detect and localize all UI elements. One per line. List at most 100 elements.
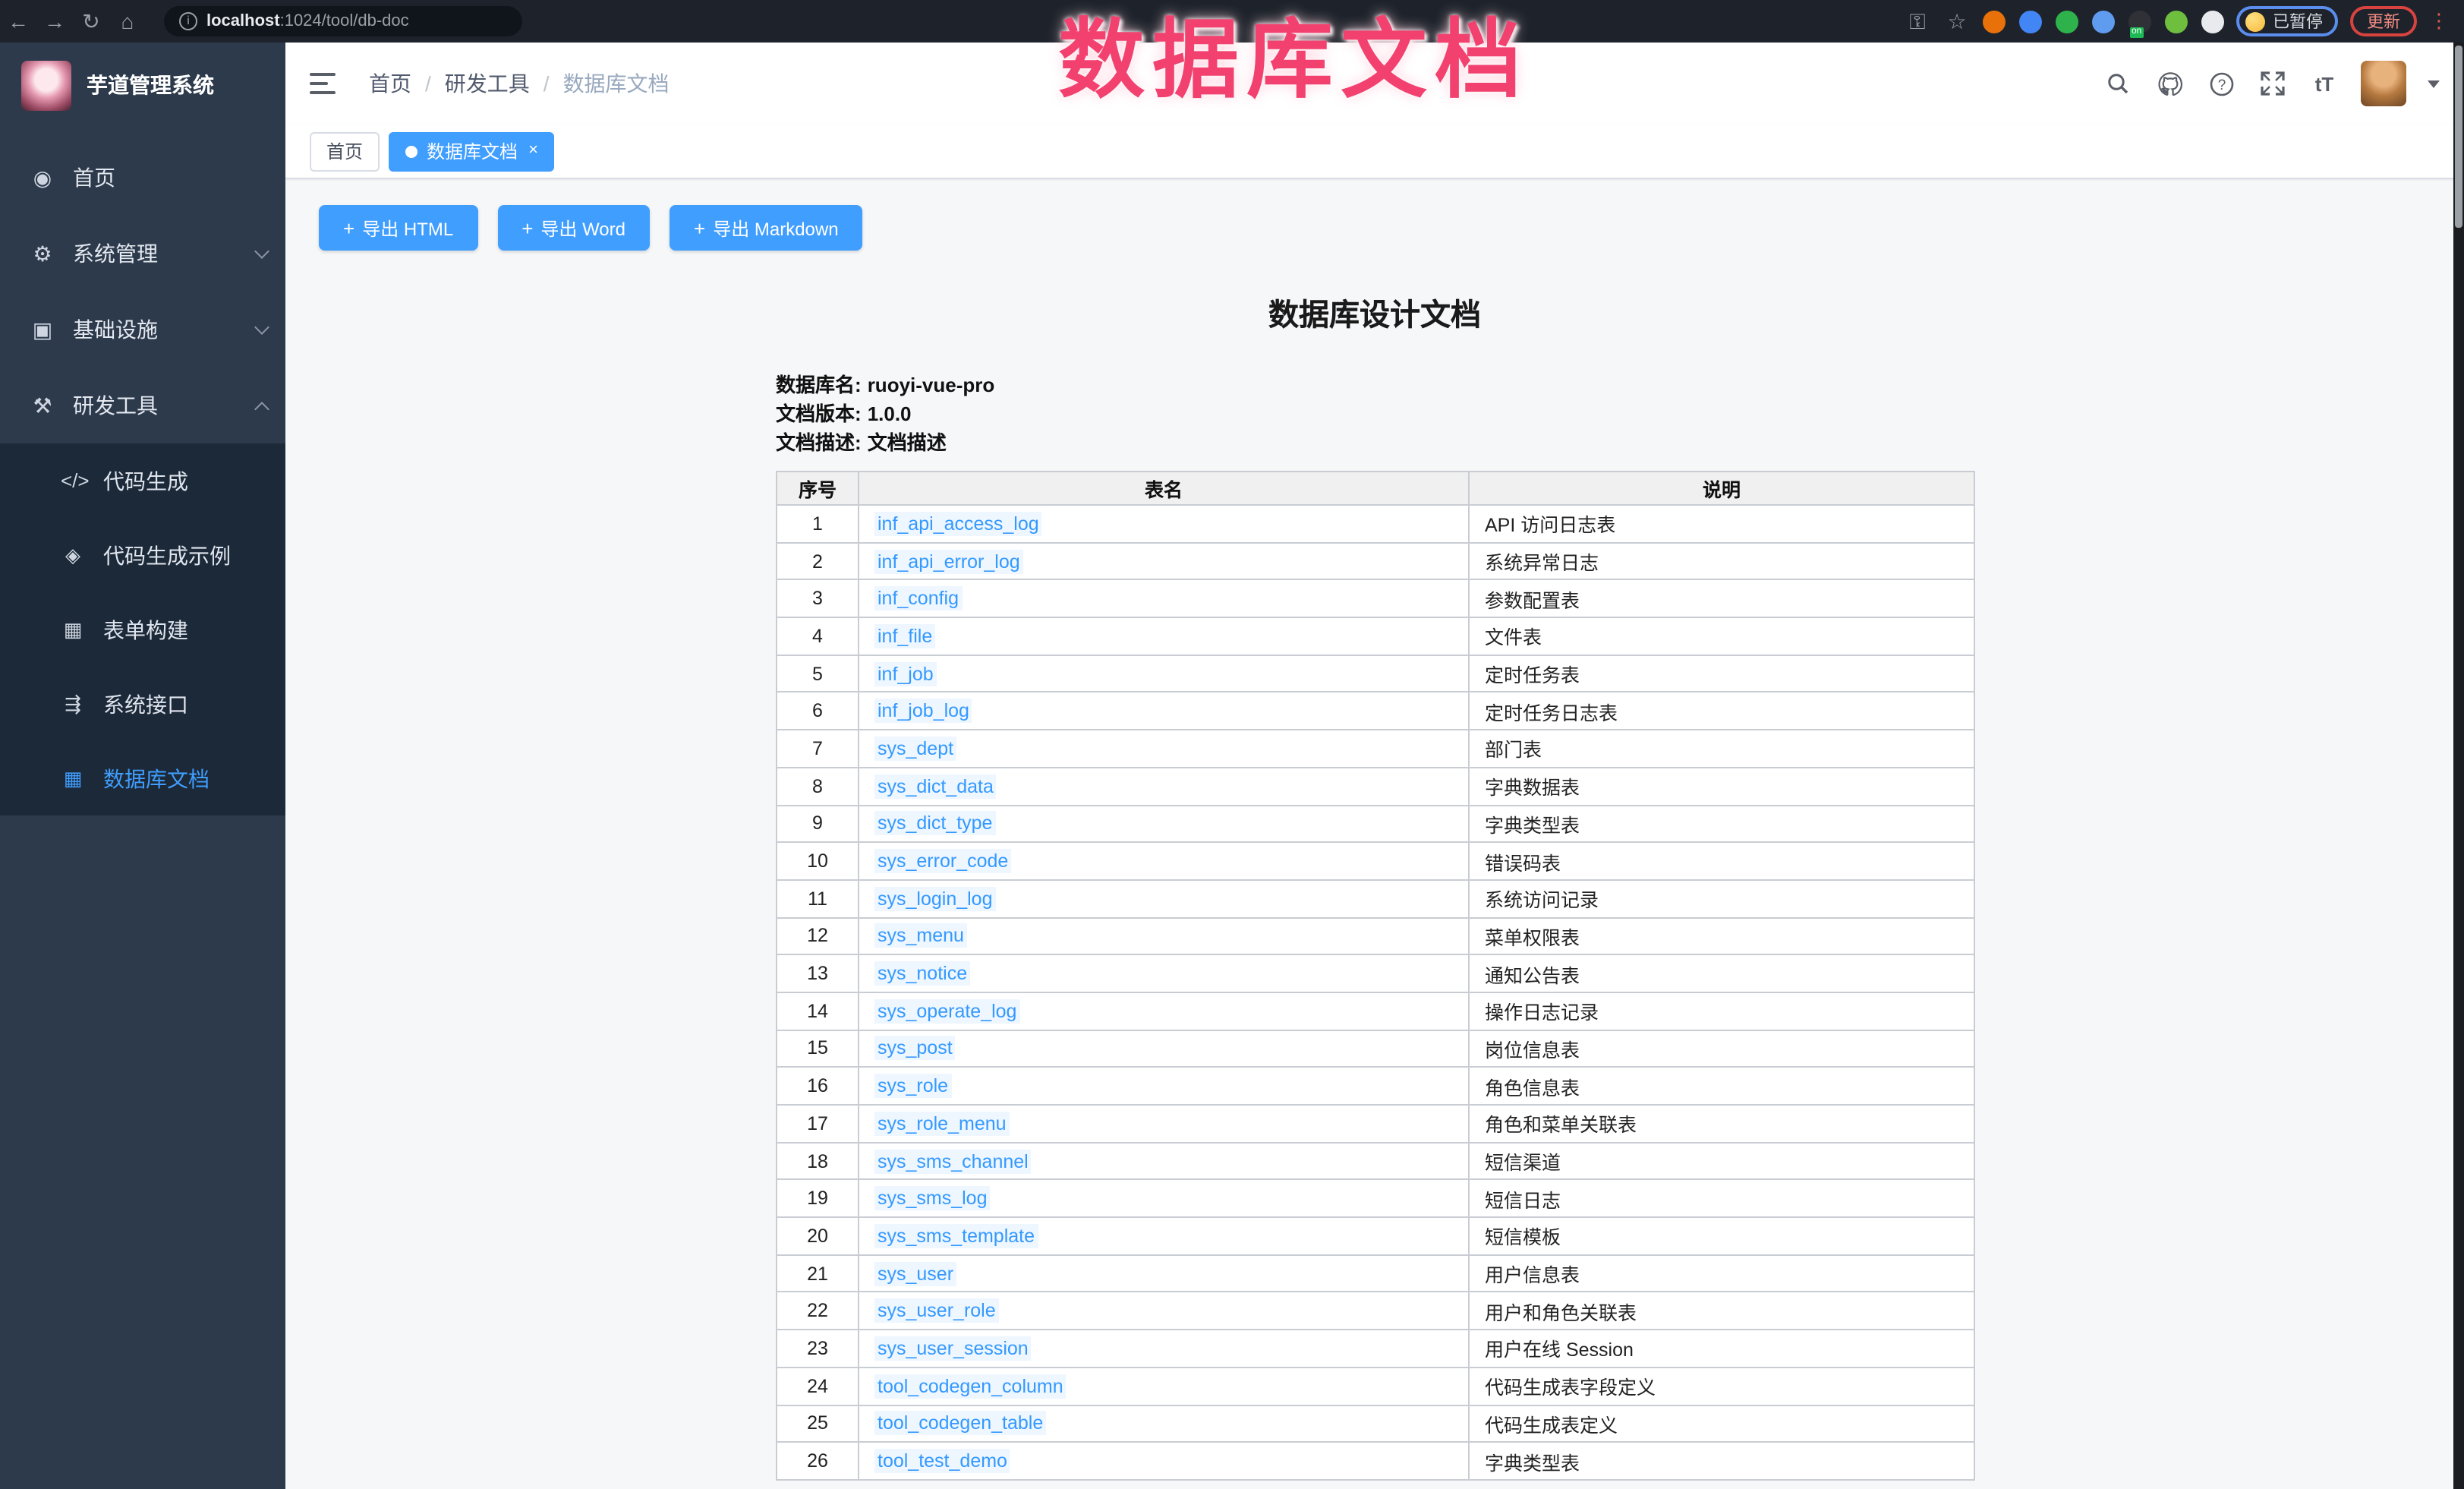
sidebar-subitem-系统接口[interactable]: ⇶系统接口 <box>0 667 285 741</box>
browser-menu-icon[interactable]: ⋮ <box>2429 0 2449 43</box>
tab-label: 首页 <box>326 138 363 164</box>
blue-pin-extension-icon[interactable] <box>2019 10 2042 33</box>
table-name-link[interactable]: inf_config <box>874 586 962 610</box>
url-path: :1024/tool/db-doc <box>280 12 409 30</box>
row-index-cell: 8 <box>777 768 859 805</box>
table-name-link[interactable]: sys_dict_data <box>874 774 997 798</box>
table-name-cell: sys_user_session <box>859 1330 1469 1367</box>
green-check-extension-icon[interactable] <box>2056 10 2078 33</box>
table-name-link[interactable]: inf_job_log <box>874 699 972 724</box>
monitor-icon: ▣ <box>30 317 55 342</box>
table-name-link[interactable]: inf_job <box>874 661 937 686</box>
table-name-link[interactable]: sys_user <box>874 1261 956 1286</box>
sidebar-subitem-表单构建[interactable]: ▦表单构建 <box>0 592 285 667</box>
chevron-down-icon[interactable] <box>2428 80 2440 87</box>
sidebar-subitem-代码生成[interactable]: </>代码生成 <box>0 443 285 518</box>
font-size-icon[interactable]: tT <box>2309 68 2340 99</box>
github-icon[interactable] <box>2154 68 2185 99</box>
home-icon[interactable]: ⌂ <box>109 0 146 43</box>
tab-数据库文档[interactable]: 数据库文档 × <box>389 131 555 171</box>
table-name-link[interactable]: inf_api_access_log <box>874 512 1042 536</box>
back-icon[interactable]: ← <box>0 0 36 43</box>
hamburger-icon[interactable] <box>310 73 336 94</box>
sidebar-item-label: 首页 <box>73 162 115 193</box>
browser-right-cluster: ⚿ ☆ on 已暂停 更新 ⋮ <box>1904 0 2464 43</box>
table-desc-cell: 岗位信息表 <box>1469 1030 1974 1067</box>
green-leaf-extension-icon[interactable] <box>2165 10 2188 33</box>
table-name-link[interactable]: sys_sms_log <box>874 1186 991 1210</box>
table-desc-cell: 角色信息表 <box>1469 1068 1974 1105</box>
table-name-cell: sys_error_code <box>859 842 1469 879</box>
table-name-link[interactable]: tool_codegen_column <box>874 1374 1067 1398</box>
export-button-导出 Word[interactable]: +导出 Word <box>497 205 650 251</box>
site-info-icon[interactable]: i <box>179 12 197 30</box>
meta-label: 数据库名: <box>776 374 862 396</box>
app-logo[interactable]: 芋道管理系统 <box>0 43 285 128</box>
sidebar-item-label: 基础设施 <box>73 314 158 345</box>
tab-label: 数据库文档 <box>427 138 518 164</box>
table-name-link[interactable]: sys_login_log <box>874 886 996 910</box>
sidebar-item-基础设施[interactable]: ▣ 基础设施 <box>0 292 285 368</box>
row-index-cell: 16 <box>777 1068 859 1105</box>
table-name-link[interactable]: sys_role <box>874 1074 951 1098</box>
table-name-link[interactable]: sys_error_code <box>874 849 1011 873</box>
main-page: 首页/研发工具/数据库文档 ? tT 首页数据库文档× <box>285 43 2464 1489</box>
row-index-cell: 20 <box>777 1217 859 1254</box>
blue-grid-extension-icon[interactable] <box>2092 10 2115 33</box>
reload-icon[interactable]: ↻ <box>73 0 109 43</box>
sidebar-item-系统管理[interactable]: ⚙系统管理 <box>0 216 285 292</box>
fullscreen-icon[interactable] <box>2258 68 2288 99</box>
breadcrumb-item[interactable]: 研发工具 <box>445 68 530 99</box>
table-name-link[interactable]: tool_test_demo <box>874 1449 1010 1473</box>
translate-paused-chip[interactable]: 已暂停 <box>2236 6 2338 36</box>
search-icon[interactable] <box>2103 68 2133 99</box>
table-name-link[interactable]: sys_dict_type <box>874 812 995 836</box>
table-row: 12sys_menu菜单权限表 <box>777 917 1974 954</box>
table-name-link[interactable]: sys_sms_channel <box>874 1149 1032 1173</box>
key-icon[interactable]: ⚿ <box>1904 0 1931 43</box>
table-row: 9sys_dict_type字典类型表 <box>777 805 1974 842</box>
table-name-link[interactable]: sys_dept <box>874 737 956 761</box>
sidebar-subitem-label: 代码生成示例 <box>103 540 231 570</box>
sidebar-subitem-数据库文档[interactable]: ▦数据库文档 <box>0 741 285 815</box>
table-name-link[interactable]: sys_notice <box>874 961 970 986</box>
table-name-link[interactable]: sys_sms_template <box>874 1224 1038 1248</box>
table-name-link[interactable]: sys_user_session <box>874 1336 1032 1361</box>
row-index-cell: 6 <box>777 692 859 730</box>
tab-首页[interactable]: 首页 <box>310 131 380 171</box>
meta-label: 文档版本: <box>776 402 862 425</box>
export-button-导出 Markdown[interactable]: +导出 Markdown <box>670 205 863 251</box>
dark-on-extension-icon[interactable]: on <box>2128 10 2151 33</box>
sidebar-subitem-代码生成示例[interactable]: ◈ 代码生成示例 <box>0 518 285 592</box>
orange-extension-icon[interactable] <box>1983 10 2006 33</box>
sidebar-item-研发工具[interactable]: ⚒研发工具 <box>0 368 285 443</box>
table-name-link[interactable]: sys_operate_log <box>874 999 1019 1024</box>
forward-icon[interactable]: → <box>36 0 73 43</box>
table-name-link[interactable]: sys_role_menu <box>874 1112 1010 1136</box>
table-name-cell: sys_sms_log <box>859 1180 1469 1217</box>
export-button-导出 HTML[interactable]: +导出 HTML <box>319 205 477 251</box>
address-bar[interactable]: i localhost:1024/tool/db-doc <box>164 6 522 36</box>
table-name-cell: sys_dict_data <box>859 768 1469 805</box>
white-puzzle-extension-icon[interactable] <box>2201 10 2224 33</box>
bookmark-star-icon[interactable]: ☆ <box>1943 0 1971 43</box>
sidebar-item-首页[interactable]: ◉首页 <box>0 140 285 216</box>
table-name-link[interactable]: sys_menu <box>874 924 967 948</box>
table-name-cell: inf_api_access_log <box>859 505 1469 542</box>
table-name-link[interactable]: sys_post <box>874 1036 956 1061</box>
breadcrumb-item[interactable]: 首页 <box>369 68 411 99</box>
table-name-link[interactable]: inf_file <box>874 624 935 648</box>
close-icon[interactable]: × <box>528 143 538 159</box>
chevron-down-icon <box>254 320 269 335</box>
table-name-link[interactable]: tool_codegen_table <box>874 1412 1046 1436</box>
table-name-link[interactable]: sys_user_role <box>874 1299 999 1323</box>
page-scrollbar[interactable] <box>2453 43 2464 1489</box>
help-icon[interactable]: ? <box>2206 68 2236 99</box>
paused-label: 已暂停 <box>2273 9 2323 33</box>
browser-update-button[interactable]: 更新 <box>2350 6 2417 36</box>
shield-check-icon: ◈ <box>61 543 85 567</box>
scrollbar-thumb[interactable] <box>2455 46 2462 228</box>
table-desc-cell: 短信渠道 <box>1469 1142 1974 1179</box>
user-avatar[interactable] <box>2361 61 2406 106</box>
table-name-link[interactable]: inf_api_error_log <box>874 549 1023 573</box>
